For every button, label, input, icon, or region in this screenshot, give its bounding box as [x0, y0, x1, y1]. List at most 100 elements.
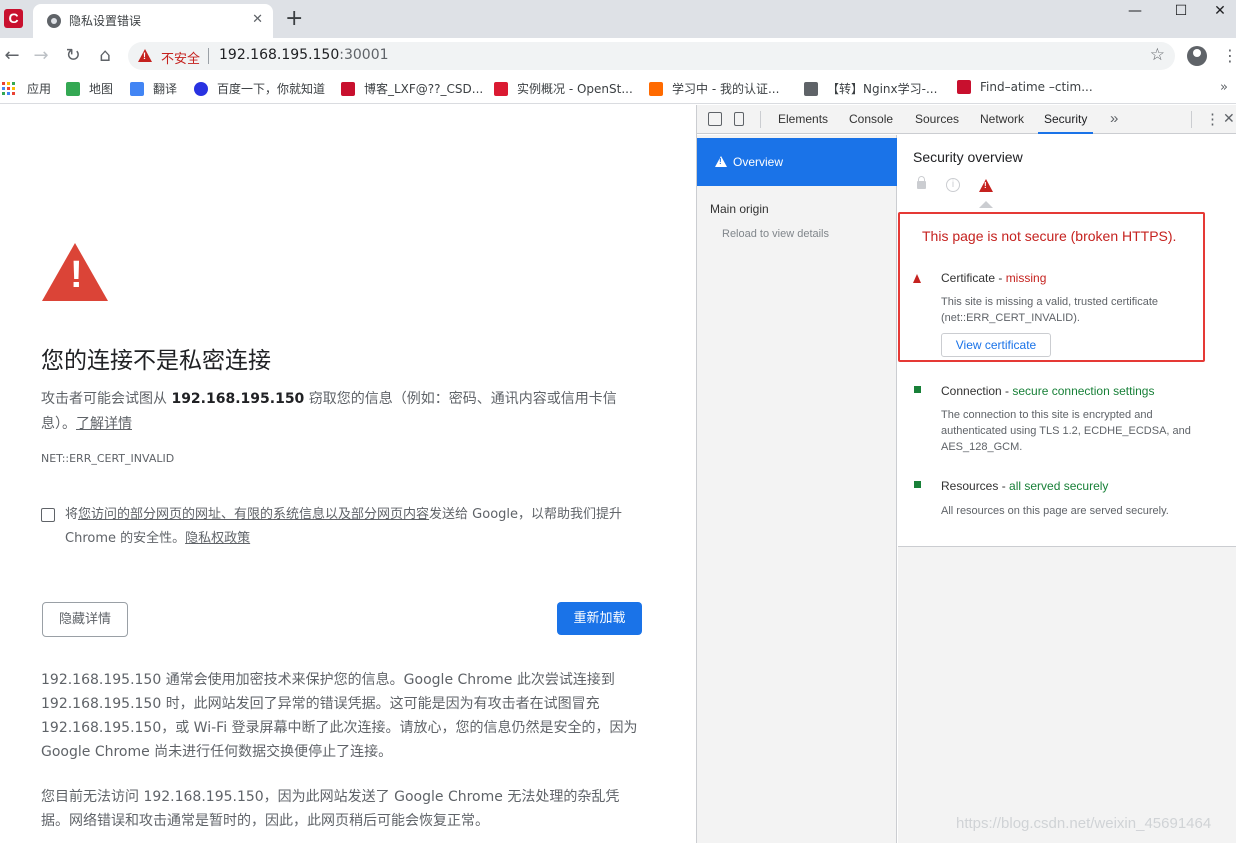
optin-info-link[interactable]: 您访问的部分网页的网址、有限的系统信息以及部分网页内容	[78, 507, 429, 522]
desc-before: 攻击者可能会试图从	[41, 391, 172, 407]
tab-network[interactable]: Network	[980, 105, 1024, 134]
address-bar[interactable]: ! 不安全 192.168.195.150:30001 ☆	[128, 42, 1175, 70]
tab-sources[interactable]: Sources	[915, 105, 959, 134]
bookmark-aliyun[interactable]: 学习中 - 我的认证...	[649, 80, 779, 97]
back-button[interactable]: ←	[0, 44, 24, 68]
maps-icon	[66, 81, 80, 96]
bookmark-translate[interactable]: 翻译	[130, 80, 177, 97]
hide-details-button[interactable]: 隐藏详情	[42, 602, 128, 637]
row-label: Certificate -	[941, 271, 1006, 285]
certificate-description: This site is missing a valid, trusted ce…	[941, 296, 1159, 324]
bookmark-label: Find–atime –ctim...	[980, 80, 1093, 94]
csdn-logo-icon: C	[4, 9, 23, 28]
pointer-caret	[979, 201, 993, 208]
globe-icon	[47, 14, 61, 28]
bookmark-openstack[interactable]: 实例概况 - OpenSt...	[494, 80, 633, 97]
tab-title: 隐私设置错误	[69, 14, 142, 28]
omnibox-divider	[208, 48, 209, 64]
warning-icon: !	[42, 243, 108, 301]
error-description: 攻击者可能会试图从 192.168.195.150 窃取您的信息（例如：密码、通…	[41, 387, 641, 437]
url-port: :30001	[339, 47, 389, 63]
page-title: 您的连接不是私密连接	[41, 348, 271, 374]
home-button[interactable]: ⌂	[93, 44, 117, 68]
security-sidebar: ! Overview Main origin Reload to view de…	[697, 135, 897, 843]
bookmark-apps[interactable]: 应用	[2, 80, 51, 97]
security-summary: This page is not secure (broken HTTPS).	[922, 228, 1177, 244]
close-window-button[interactable]: ✕	[1204, 0, 1236, 28]
tab-active[interactable]: 隐私设置错误 ✕	[33, 4, 273, 38]
bookmark-label: 实例概况 - OpenSt...	[517, 82, 633, 96]
devtools-menu-icon[interactable]: ⋮	[1205, 110, 1220, 128]
security-overview-title: Security overview	[913, 149, 1023, 165]
optin-before: 将	[65, 507, 79, 522]
report-optin-checkbox[interactable]	[41, 508, 55, 522]
bookmark-find-atime[interactable]: Find–atime –ctim...	[957, 80, 1093, 94]
privacy-policy-link[interactable]: 隐私权政策	[185, 531, 250, 546]
tab-console[interactable]: Console	[849, 105, 893, 134]
reload-button[interactable]: ↻	[61, 44, 85, 68]
apps-grid-icon	[2, 82, 15, 95]
connection-description: The connection to this site is encrypted…	[941, 409, 1191, 453]
security-main-pane: Security overview i ! This page is not s…	[898, 135, 1236, 843]
info-icon: i	[946, 178, 960, 192]
bookmark-star-icon[interactable]: ☆	[1150, 45, 1165, 65]
bookmark-nginx[interactable]: 【转】Nginx学习-...	[804, 80, 937, 97]
lock-icon	[917, 176, 926, 189]
resources-description: All resources on this page are served se…	[941, 505, 1169, 517]
tab-close-icon[interactable]: ✕	[252, 12, 263, 28]
warning-icon[interactable]: !	[138, 49, 152, 62]
sidebar-item-overview[interactable]: ! Overview	[697, 138, 897, 186]
url-host: 192.168.195.150	[219, 47, 340, 63]
learn-more-link[interactable]: 了解详情	[76, 416, 132, 432]
view-certificate-button[interactable]: View certificate	[941, 333, 1051, 357]
details-paragraph: 您目前无法访问 192.168.195.150，因为此网站发送了 Google …	[41, 789, 620, 829]
bookmark-maps[interactable]: 地图	[66, 80, 113, 97]
certificate-row-title: Certificate - missing	[941, 271, 1046, 285]
bookmark-baidu[interactable]: 百度一下，你就知道	[194, 80, 325, 97]
row-label: Resources -	[941, 479, 1010, 493]
watermark: https://blog.csdn.net/weixin_45691464	[956, 815, 1212, 832]
inspect-element-icon[interactable]	[708, 112, 722, 126]
more-tabs-icon[interactable]: »	[1110, 110, 1118, 127]
resources-status: all served securely	[1009, 479, 1109, 493]
error-code: NET::ERR_CERT_INVALID	[41, 452, 175, 465]
warning-icon: !	[979, 179, 993, 192]
desc-host: 192.168.195.150	[171, 391, 305, 407]
url-text[interactable]: 192.168.195.150:30001	[219, 47, 389, 63]
bookmarks-overflow-icon[interactable]: »	[1220, 80, 1228, 95]
translate-icon	[130, 81, 144, 96]
not-secure-label[interactable]: 不安全	[161, 48, 200, 67]
bookmarks-bar: 应用 地图 翻译 百度一下，你就知道 博客_LXF@??_CSD... 实例概况…	[0, 74, 1236, 104]
bookmark-label: 博客_LXF@??_CSD...	[364, 82, 484, 96]
ssl-error-page: ! 您的连接不是私密连接 攻击者可能会试图从 192.168.195.150 窃…	[0, 105, 696, 843]
devtools-panel: Elements Console Sources Network Securit…	[696, 105, 1236, 843]
csdn-icon	[957, 80, 971, 94]
reload-page-button[interactable]: 重新加载	[557, 602, 642, 635]
divider	[760, 111, 761, 128]
tab-elements[interactable]: Elements	[778, 105, 828, 134]
connection-row-title: Connection - secure connection settings	[941, 384, 1154, 398]
tab-security[interactable]: Security	[1038, 105, 1094, 134]
device-toolbar-icon[interactable]	[734, 112, 744, 126]
chrome-menu-icon[interactable]: ⋮	[1222, 46, 1236, 66]
bookmark-csdn-blog[interactable]: 博客_LXF@??_CSD...	[341, 80, 483, 97]
devtools-close-icon[interactable]: ✕	[1223, 110, 1235, 127]
bookmark-label: 【转】Nginx学习-...	[827, 82, 938, 96]
report-optin-label: 将您访问的部分网页的网址、有限的系统信息以及部分网页内容发送给 Google，以…	[65, 503, 645, 551]
row-label: Connection -	[941, 384, 1013, 398]
browser-toolbar: ← → ↻ ⌂ ! 不安全 192.168.195.150:30001 ☆ ⋮	[0, 38, 1236, 74]
bookmark-label: 地图	[89, 82, 114, 96]
resources-row-title: Resources - all served securely	[941, 479, 1108, 493]
profile-avatar-icon[interactable]	[1187, 46, 1207, 66]
connection-status: secure connection settings	[1012, 384, 1155, 398]
tab-strip: C 隐私设置错误 ✕ + — ☐ ✕	[0, 0, 1236, 38]
sidebar-main-origin: Main origin	[710, 202, 769, 216]
baidu-icon	[194, 81, 208, 96]
bookmark-label: 百度一下，你就知道	[217, 82, 326, 96]
maximize-button[interactable]: ☐	[1158, 0, 1204, 28]
minimize-button[interactable]: —	[1112, 0, 1158, 28]
certificate-status: missing	[1005, 271, 1047, 285]
sidebar-item-label: Overview	[733, 155, 784, 169]
new-tab-button[interactable]: +	[285, 8, 303, 30]
forward-button[interactable]: →	[29, 44, 53, 68]
